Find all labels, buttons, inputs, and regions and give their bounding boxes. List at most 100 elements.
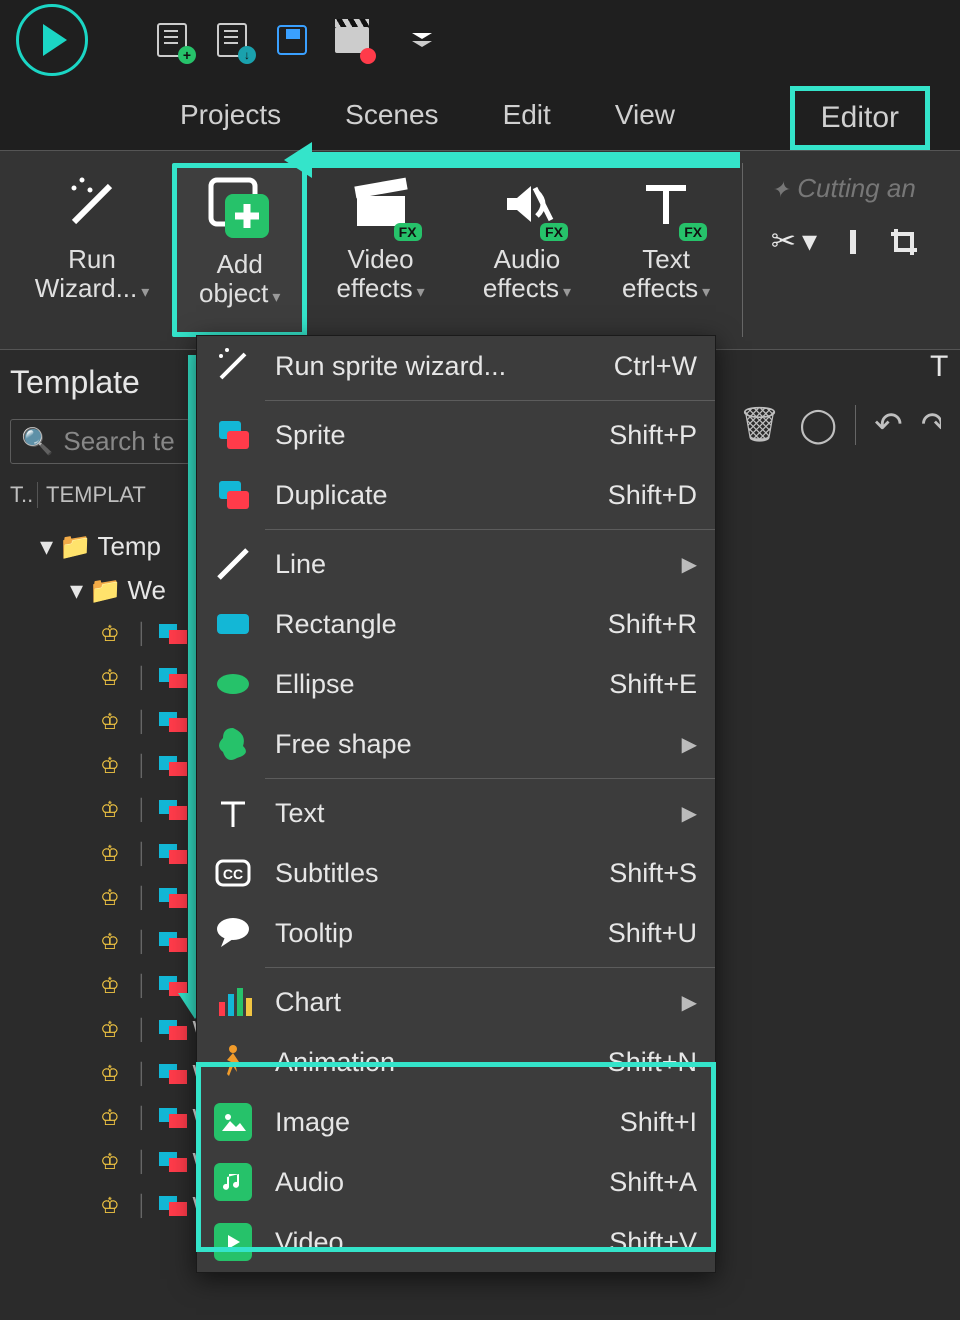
menu-view[interactable]: View <box>615 99 675 131</box>
menu-item-label: Text <box>275 798 664 829</box>
freeshape-icon <box>209 720 257 768</box>
submenu-arrow-icon: ▶ <box>682 552 697 577</box>
crown-icon: ♔ <box>100 973 126 999</box>
crown-icon: ♔ <box>100 929 126 955</box>
menu-separator <box>265 400 715 401</box>
menu-item-shortcut: Shift+P <box>609 420 697 451</box>
menu-item-tooltip[interactable]: Tooltip Shift+U <box>197 903 715 963</box>
open-project-icon[interactable]: ↓ <box>212 20 252 60</box>
crown-icon: ♔ <box>100 797 126 823</box>
trash-icon[interactable]: 🗑 <box>738 405 781 445</box>
toolbar-more-icon[interactable] <box>412 33 432 47</box>
crown-icon: ♔ <box>100 1149 126 1175</box>
menu-item-label: Video <box>275 1227 591 1258</box>
undo-icon[interactable]: ↶ <box>874 405 903 445</box>
menu-item-shortcut: Ctrl+W <box>614 351 697 382</box>
menu-item-chart[interactable]: Chart▶ <box>197 972 715 1032</box>
line-icon <box>209 540 257 588</box>
crown-icon: ♔ <box>100 885 126 911</box>
crown-icon: ♔ <box>100 841 126 867</box>
right-strip: 🗑 ◯ ↶ ↷ <box>738 390 941 460</box>
speaker-icon: FX <box>492 169 562 239</box>
save-icon[interactable] <box>272 20 312 60</box>
sprite-icon <box>159 668 187 688</box>
redo-icon[interactable]: ↷ <box>921 405 941 445</box>
menu-item-subtitles[interactable]: CC Subtitles Shift+S <box>197 843 715 903</box>
add-object-dropdown: Run sprite wizard...Ctrl+W Sprite Shift+P D… <box>196 335 716 1273</box>
menu-separator <box>265 967 715 968</box>
crown-icon: ♔ <box>100 1061 126 1087</box>
ribbon-right-group: ✦Cutting an ✂▾ <box>753 163 960 337</box>
sprite-icon <box>159 888 187 908</box>
menu-item-label: Sprite <box>275 420 591 451</box>
menu-item-audio[interactable]: AudioShift+A <box>197 1152 715 1212</box>
video-icon <box>209 1218 257 1266</box>
sprite-icon <box>159 624 187 644</box>
razor-tool-icon[interactable] <box>839 228 867 256</box>
animation-icon <box>209 1038 257 1086</box>
app-logo <box>16 4 88 76</box>
search-placeholder: Search te <box>63 426 174 457</box>
menu-item-shortcut: Shift+I <box>620 1107 697 1138</box>
menu-item-shortcut: Shift+D <box>608 480 697 511</box>
col-type[interactable]: T.. <box>10 482 38 508</box>
cut-tool-icon[interactable]: ✂▾ <box>771 224 817 259</box>
menu-scenes[interactable]: Scenes <box>345 99 438 131</box>
menu-item-shortcut: Shift+S <box>609 858 697 889</box>
menu-item-shortcut: Shift+E <box>609 669 697 700</box>
title-bar: + ↓ <box>0 0 960 80</box>
search-icon: 🔍 <box>21 426 53 457</box>
new-project-icon[interactable]: + <box>152 20 192 60</box>
menu-item-duplicate[interactable]: DuplicateShift+D <box>197 465 715 525</box>
rectangle-icon <box>209 600 257 648</box>
sprite-icon <box>159 1196 187 1216</box>
video-effects-button[interactable]: FX Video effects▾ <box>307 163 453 337</box>
record-icon[interactable] <box>332 20 372 60</box>
image-icon <box>214 1103 252 1141</box>
sprite-icon <box>159 932 187 952</box>
text-icon <box>209 789 257 837</box>
run-wizard-button[interactable]: Run Wizard...▾ <box>12 163 172 337</box>
menu-item-label: Chart <box>275 987 664 1018</box>
cutting-label[interactable]: Cutting an <box>797 173 916 203</box>
menu-item-shortcut: Shift+U <box>608 918 697 949</box>
menu-item-label: Free shape <box>275 729 664 760</box>
search-input[interactable]: 🔍 Search te <box>10 419 190 464</box>
menu-separator <box>265 778 715 779</box>
menu-projects[interactable]: Projects <box>180 99 281 131</box>
menu-separator <box>265 529 715 530</box>
menu-item-line[interactable]: Line▶ <box>197 534 715 594</box>
sprite-icon <box>159 712 187 732</box>
crop-tool-icon[interactable] <box>889 227 919 257</box>
menu-item-free-shape[interactable]: Free shape▶ <box>197 714 715 774</box>
menu-item-label: Animation <box>275 1047 590 1078</box>
menu-item-video[interactable]: Video Shift+V <box>197 1212 715 1272</box>
audio-effects-button[interactable]: FX Audio effects▾ <box>454 163 601 337</box>
image-icon <box>209 1098 257 1146</box>
menu-edit[interactable]: Edit <box>503 99 551 131</box>
wand-icon <box>209 342 257 390</box>
crown-icon: ♔ <box>100 1193 126 1219</box>
col-template[interactable]: TEMPLAT <box>46 482 146 508</box>
menu-item-image[interactable]: ImageShift+I <box>197 1092 715 1152</box>
ellipse-icon <box>209 660 257 708</box>
menu-item-sprite[interactable]: Sprite Shift+P <box>197 405 715 465</box>
svg-text:CC: CC <box>223 866 243 882</box>
text-icon: FX <box>631 169 701 239</box>
sprite-icon <box>159 844 187 864</box>
menu-item-ellipse[interactable]: EllipseShift+E <box>197 654 715 714</box>
crown-icon: ♔ <box>100 1105 126 1131</box>
menu-item-shortcut: Shift+V <box>609 1227 697 1258</box>
clapperboard-icon: FX <box>346 169 416 239</box>
menu-item-label: Subtitles <box>275 858 591 889</box>
circle-icon[interactable]: ◯ <box>799 405 837 445</box>
menu-item-text[interactable]: Text▶ <box>197 783 715 843</box>
menu-editor[interactable]: Editor <box>790 86 930 150</box>
ribbon-toolbar: Run Wizard...▾ Add object▾ FX Video effe… <box>0 150 960 350</box>
menu-item-animation[interactable]: AnimationShift+N <box>197 1032 715 1092</box>
menu-item-rectangle[interactable]: RectangleShift+R <box>197 594 715 654</box>
add-object-button[interactable]: Add object▾ <box>172 163 307 337</box>
text-effects-button[interactable]: FX Text effects▾ <box>600 163 732 337</box>
menu-item-run-sprite-wizard[interactable]: Run sprite wizard...Ctrl+W <box>197 336 715 396</box>
menu-item-label: Tooltip <box>275 918 590 949</box>
